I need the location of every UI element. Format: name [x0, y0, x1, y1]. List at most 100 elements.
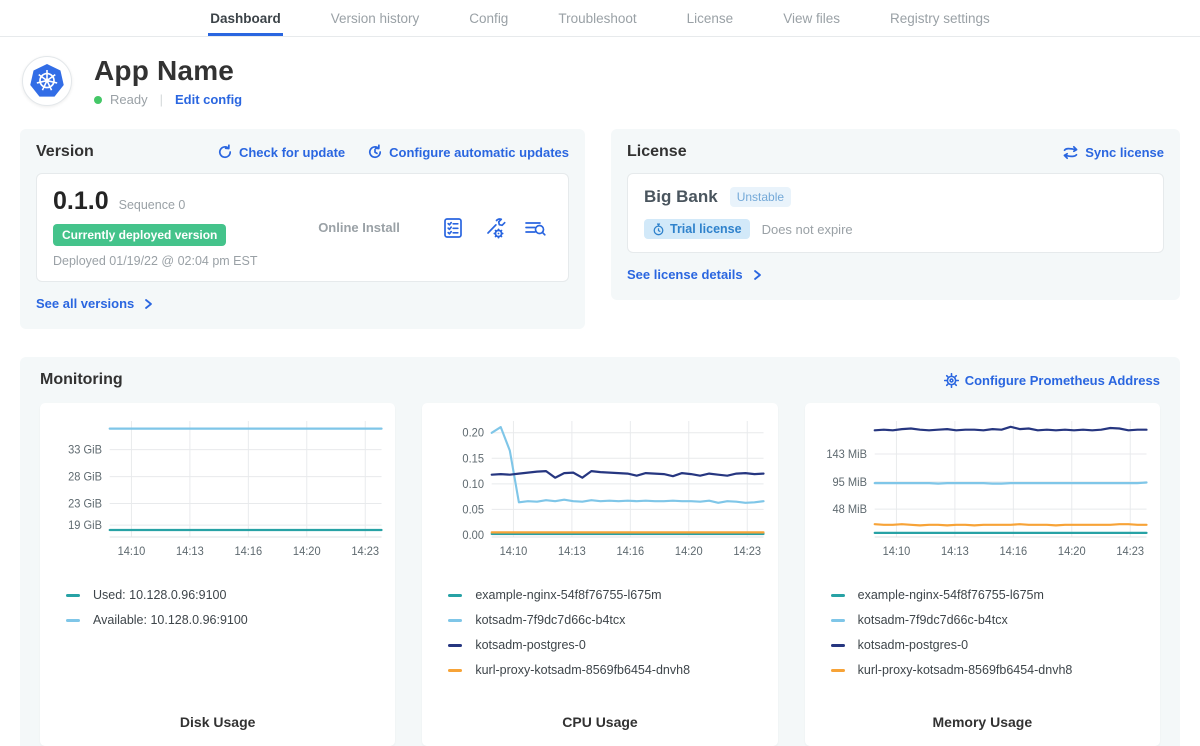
- memory-usage-legend: example-nginx-54f8f76755-l675m kotsadm-7f…: [813, 571, 1152, 688]
- legend-item: kotsadm-postgres-0: [448, 638, 769, 652]
- check-for-update-link[interactable]: Check for update: [217, 144, 345, 160]
- version-sequence: Sequence 0: [119, 198, 186, 212]
- deployed-status-badge: Currently deployed version: [53, 224, 226, 246]
- svg-text:0.00: 0.00: [463, 530, 485, 542]
- ready-status-dot: [94, 96, 102, 104]
- cpu-usage-legend: example-nginx-54f8f76755-l675m kotsadm-7f…: [430, 571, 769, 688]
- logs-search-icon: [523, 216, 547, 240]
- svg-text:14:13: 14:13: [176, 546, 204, 558]
- tab-troubleshoot[interactable]: Troubleshoot: [556, 0, 638, 36]
- legend-item: example-nginx-54f8f76755-l675m: [831, 588, 1152, 602]
- divider: |: [160, 92, 163, 107]
- disk-usage-chart-card: 14:1014:1314:1614:2014:2333 GiB28 GiB23 …: [40, 403, 395, 746]
- legend-color-dash: [831, 644, 845, 647]
- legend-color-dash: [448, 594, 462, 597]
- tab-config[interactable]: Config: [467, 0, 510, 36]
- auto-update-clock-icon: [367, 144, 383, 160]
- svg-text:19 GiB: 19 GiB: [68, 520, 102, 532]
- legend-color-dash: [66, 594, 80, 597]
- chart-title: Disk Usage: [48, 714, 387, 734]
- svg-text:0.10: 0.10: [463, 479, 485, 491]
- configure-prometheus-link[interactable]: Configure Prometheus Address: [944, 373, 1160, 388]
- legend-color-dash: [448, 619, 462, 622]
- legend-item: Available: 10.128.0.96:9100: [66, 613, 387, 627]
- cpu-usage-chart-card: 14:1014:1314:1614:2014:230.200.150.100.0…: [422, 403, 777, 746]
- svg-text:14:16: 14:16: [999, 546, 1027, 558]
- preflight-checks-button[interactable]: [440, 215, 466, 241]
- svg-text:14:23: 14:23: [734, 546, 762, 558]
- svg-text:28 GiB: 28 GiB: [68, 471, 102, 483]
- refresh-icon: [217, 144, 233, 160]
- version-card-title: Version: [36, 143, 94, 161]
- monitoring-title: Monitoring: [40, 371, 123, 389]
- see-license-details-link[interactable]: See license details: [627, 267, 763, 282]
- svg-text:0.05: 0.05: [463, 504, 485, 516]
- svg-text:23 GiB: 23 GiB: [68, 498, 102, 510]
- svg-text:0.15: 0.15: [463, 453, 485, 465]
- legend-color-dash: [66, 619, 80, 622]
- license-panel: Big Bank Unstable Trial license Does not…: [627, 173, 1164, 253]
- chart-title: CPU Usage: [430, 714, 769, 734]
- svg-text:14:10: 14:10: [882, 546, 910, 558]
- gear-icon: [944, 373, 959, 388]
- tab-version-history[interactable]: Version history: [329, 0, 422, 36]
- top-nav: Dashboard Version history Config Trouble…: [0, 0, 1200, 37]
- tab-dashboard[interactable]: Dashboard: [208, 0, 283, 36]
- version-number: 0.1.0: [53, 187, 109, 216]
- svg-text:14:13: 14:13: [558, 546, 586, 558]
- view-deploy-logs-button[interactable]: [522, 215, 548, 241]
- chevron-right-icon: [142, 298, 154, 310]
- deployed-timestamp: Deployed 01/19/22 @ 02:04 pm EST: [53, 254, 278, 268]
- legend-label: kotsadm-7f9dc7d66c-b4tcx: [475, 613, 625, 627]
- legend-label: example-nginx-54f8f76755-l675m: [858, 588, 1044, 602]
- cpu-usage-chart: 14:1014:1314:1614:2014:230.200.150.100.0…: [430, 411, 769, 571]
- svg-text:33 GiB: 33 GiB: [68, 444, 102, 456]
- svg-text:14:16: 14:16: [234, 546, 262, 558]
- svg-text:14:23: 14:23: [1116, 546, 1144, 558]
- tab-registry-settings[interactable]: Registry settings: [888, 0, 992, 36]
- chart-title: Memory Usage: [813, 714, 1152, 734]
- disk-usage-chart: 14:1014:1314:1614:2014:2333 GiB28 GiB23 …: [48, 411, 387, 571]
- legend-label: kurl-proxy-kotsadm-8569fb6454-dnvh8: [858, 663, 1073, 677]
- license-card: License Sync license Big Bank Unstable: [611, 129, 1180, 300]
- see-all-versions-link[interactable]: See all versions: [36, 296, 154, 311]
- memory-usage-chart: 14:1014:1314:1614:2014:23143 MiB95 MiB48…: [813, 411, 1152, 571]
- edit-config-link[interactable]: Edit config: [175, 92, 242, 107]
- app-header: App Name Ready | Edit config: [0, 37, 1200, 117]
- legend-label: kotsadm-7f9dc7d66c-b4tcx: [858, 613, 1008, 627]
- tab-license[interactable]: License: [685, 0, 736, 36]
- legend-item: kotsadm-7f9dc7d66c-b4tcx: [448, 613, 769, 627]
- svg-text:14:10: 14:10: [500, 546, 528, 558]
- monitoring-section: Monitoring Configure Prometheus Address …: [20, 357, 1180, 746]
- svg-text:14:13: 14:13: [941, 546, 969, 558]
- legend-color-dash: [831, 619, 845, 622]
- page-title: App Name: [94, 55, 242, 87]
- configure-automatic-updates-link[interactable]: Configure automatic updates: [367, 144, 569, 160]
- current-version-panel: 0.1.0 Sequence 0 Currently deployed vers…: [36, 173, 569, 282]
- legend-label: Available: 10.128.0.96:9100: [93, 613, 248, 627]
- sync-license-link[interactable]: Sync license: [1062, 145, 1164, 160]
- kubernetes-logo-icon: [22, 56, 72, 106]
- svg-text:48 MiB: 48 MiB: [832, 504, 866, 516]
- chevron-right-icon: [751, 269, 763, 281]
- memory-usage-chart-card: 14:1014:1314:1614:2014:23143 MiB95 MiB48…: [805, 403, 1160, 746]
- legend-item: kurl-proxy-kotsadm-8569fb6454-dnvh8: [448, 663, 769, 677]
- svg-text:14:20: 14:20: [293, 546, 321, 558]
- svg-text:14:20: 14:20: [1058, 546, 1086, 558]
- svg-text:143 MiB: 143 MiB: [826, 449, 867, 461]
- tab-view-files[interactable]: View files: [781, 0, 842, 36]
- legend-item: kurl-proxy-kotsadm-8569fb6454-dnvh8: [831, 663, 1152, 677]
- legend-label: Used: 10.128.0.96:9100: [93, 588, 226, 602]
- channel-badge: Unstable: [730, 187, 791, 207]
- app-status-label: Ready: [110, 92, 148, 107]
- legend-label: kotsadm-postgres-0: [858, 638, 968, 652]
- disk-usage-legend: Used: 10.128.0.96:9100 Available: 10.128.…: [48, 571, 387, 638]
- license-type-badge: Trial license: [644, 219, 750, 239]
- license-customer-name: Big Bank: [644, 187, 718, 207]
- legend-item: example-nginx-54f8f76755-l675m: [448, 588, 769, 602]
- edit-config-button[interactable]: [481, 215, 507, 241]
- svg-text:0.20: 0.20: [463, 428, 485, 440]
- stopwatch-icon: [652, 223, 665, 236]
- install-type-label: Online Install: [278, 220, 440, 235]
- legend-label: example-nginx-54f8f76755-l675m: [475, 588, 661, 602]
